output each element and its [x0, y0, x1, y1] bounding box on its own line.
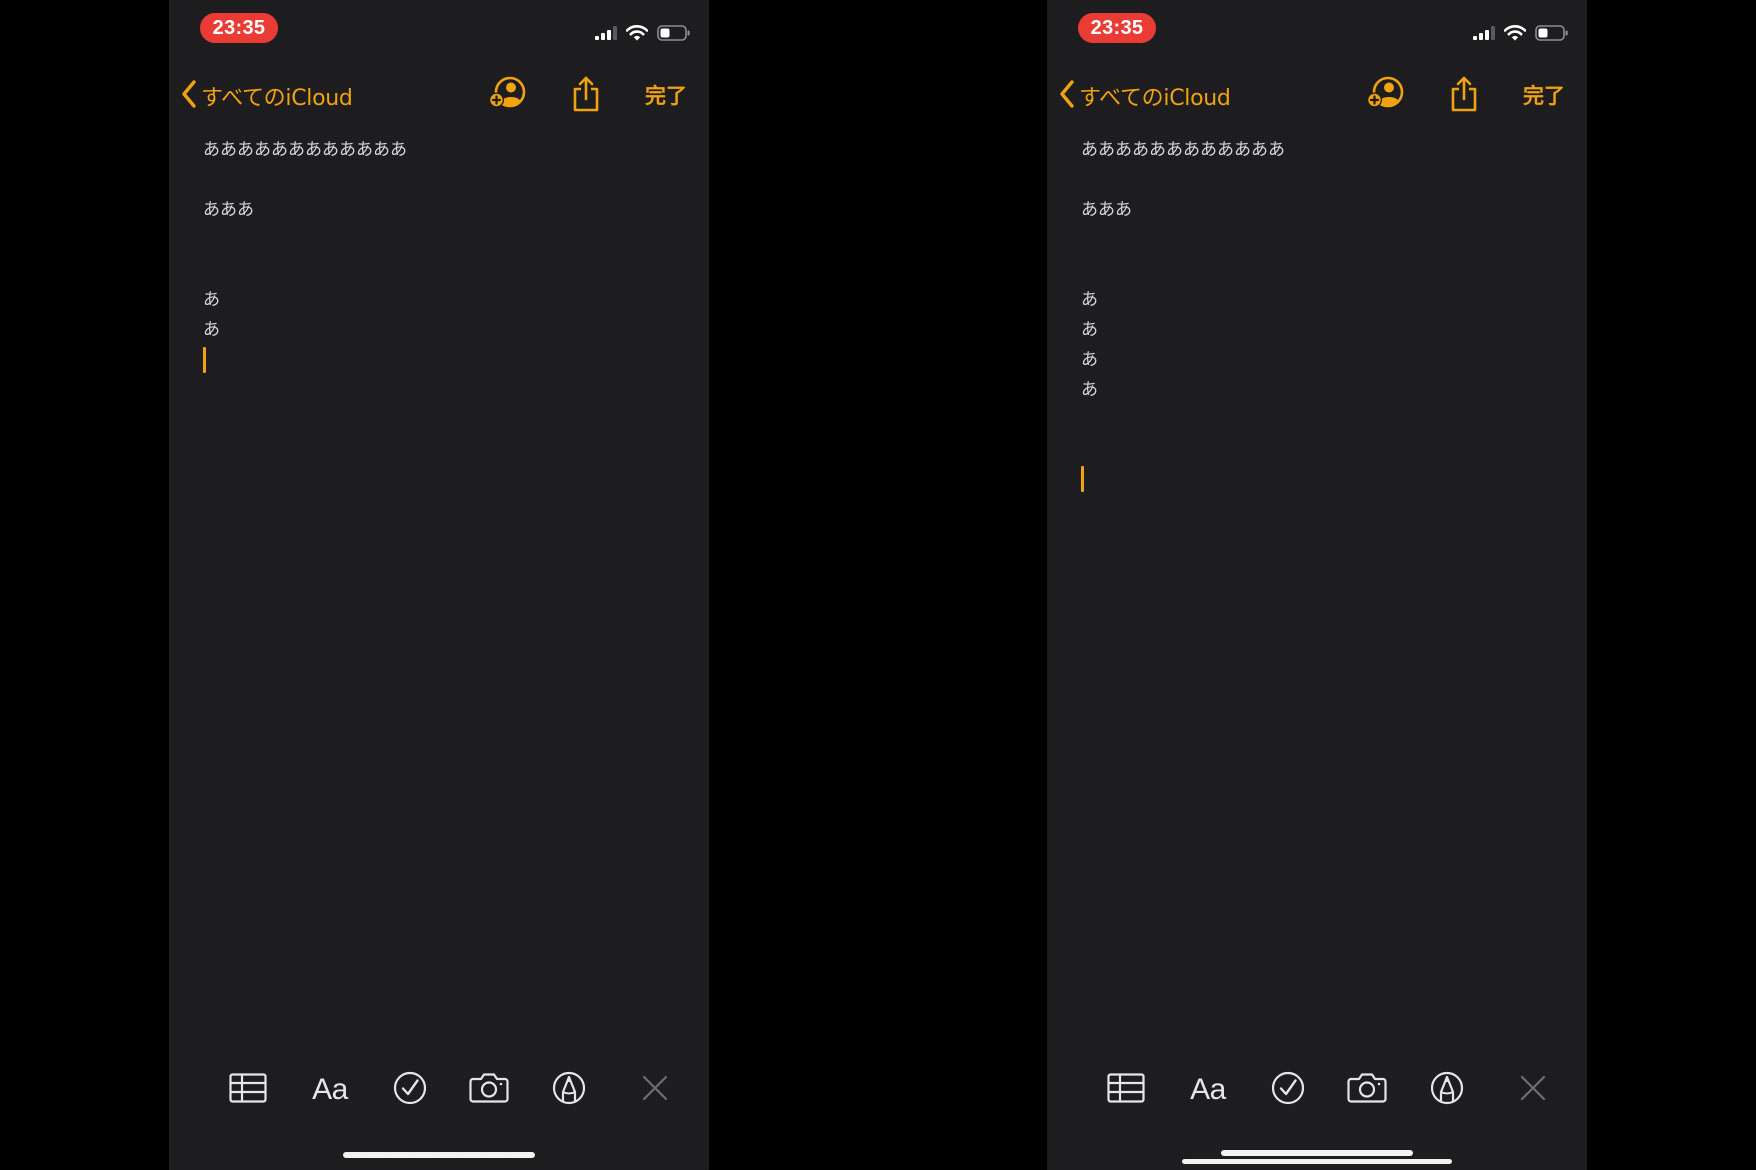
- share-icon: [1449, 76, 1479, 116]
- back-button-label: すべてのiCloud: [1079, 86, 1231, 111]
- home-indicator[interactable]: [343, 1152, 535, 1158]
- navigation-bar: すべてのiCloud 完了: [1047, 72, 1587, 120]
- phone-screen-right: 23:35 すべてのiCloud 完了 ああああああああああああ あああ あ あ…: [1047, 0, 1587, 1170]
- markup-icon: [1430, 1071, 1464, 1109]
- note-line: あ: [1081, 350, 1098, 370]
- note-line: ああああああああああああ: [203, 140, 407, 160]
- note-line: あああ: [203, 200, 254, 220]
- checklist-button[interactable]: [385, 1065, 435, 1115]
- add-person-icon: [488, 76, 530, 116]
- navigation-bar: すべてのiCloud 完了: [169, 72, 709, 120]
- bottom-toolbar: Aa: [1047, 1065, 1587, 1115]
- note-line: あ: [1081, 320, 1098, 340]
- wifi-icon: [1504, 25, 1526, 41]
- battery-icon: [1535, 25, 1569, 41]
- close-icon: [642, 1075, 668, 1105]
- checklist-button[interactable]: [1263, 1065, 1313, 1115]
- battery-icon: [657, 25, 691, 41]
- comparison-stage: 23:35 すべてのiCloud 完了 ああああああああああああ あああ あ あ…: [0, 0, 1756, 1170]
- cellular-signal-icon: [1473, 26, 1495, 40]
- status-time: 23:35: [1078, 13, 1156, 43]
- home-indicator-trail: [1182, 1159, 1452, 1164]
- close-button[interactable]: [630, 1065, 680, 1115]
- status-time: 23:35: [200, 13, 278, 43]
- checklist-icon: [1271, 1071, 1305, 1109]
- status-bar: 23:35: [1047, 0, 1587, 60]
- markup-button[interactable]: [1422, 1065, 1472, 1115]
- close-button[interactable]: [1508, 1065, 1558, 1115]
- note-line: あ: [203, 320, 220, 340]
- text-cursor: [203, 347, 206, 373]
- wifi-icon: [626, 25, 648, 41]
- done-button[interactable]: 完了: [645, 80, 687, 112]
- camera-icon: [1347, 1072, 1387, 1108]
- format-label: Aa: [1190, 1073, 1226, 1106]
- back-button-label: すべてのiCloud: [201, 86, 353, 111]
- status-bar: 23:35: [169, 0, 709, 60]
- camera-button[interactable]: [464, 1065, 514, 1115]
- table-icon: [229, 1073, 267, 1107]
- share-button[interactable]: [564, 76, 608, 116]
- back-button[interactable]: すべてのiCloud: [179, 78, 353, 114]
- note-line: あ: [1081, 380, 1098, 400]
- cellular-signal-icon: [595, 26, 617, 40]
- home-indicator[interactable]: [1221, 1150, 1413, 1156]
- chevron-left-icon: [1057, 78, 1077, 114]
- format-button[interactable]: Aa: [1183, 1065, 1233, 1115]
- bottom-toolbar: Aa: [169, 1065, 709, 1115]
- markup-icon: [552, 1071, 586, 1109]
- table-icon: [1107, 1073, 1145, 1107]
- format-label: Aa: [312, 1073, 348, 1106]
- note-line: ああああああああああああ: [1081, 140, 1285, 160]
- text-cursor: [1081, 466, 1084, 492]
- table-button[interactable]: [223, 1065, 273, 1115]
- note-line: あああ: [1081, 200, 1132, 220]
- close-icon: [1520, 1075, 1546, 1105]
- add-person-button[interactable]: [1365, 76, 1409, 116]
- camera-icon: [469, 1072, 509, 1108]
- share-icon: [571, 76, 601, 116]
- done-button[interactable]: 完了: [1523, 80, 1565, 112]
- share-button[interactable]: [1442, 76, 1486, 116]
- chevron-left-icon: [179, 78, 199, 114]
- format-button[interactable]: Aa: [305, 1065, 355, 1115]
- status-icons: [595, 22, 691, 44]
- note-line: あ: [203, 290, 220, 310]
- camera-button[interactable]: [1342, 1065, 1392, 1115]
- status-icons: [1473, 22, 1569, 44]
- table-button[interactable]: [1101, 1065, 1151, 1115]
- back-button[interactable]: すべてのiCloud: [1057, 78, 1231, 114]
- note-line: あ: [1081, 290, 1098, 310]
- phone-screen-left: 23:35 すべてのiCloud 完了 ああああああああああああ あああ あ あ…: [169, 0, 709, 1170]
- add-person-button[interactable]: [487, 76, 531, 116]
- checklist-icon: [393, 1071, 427, 1109]
- add-person-icon: [1366, 76, 1408, 116]
- markup-button[interactable]: [544, 1065, 594, 1115]
